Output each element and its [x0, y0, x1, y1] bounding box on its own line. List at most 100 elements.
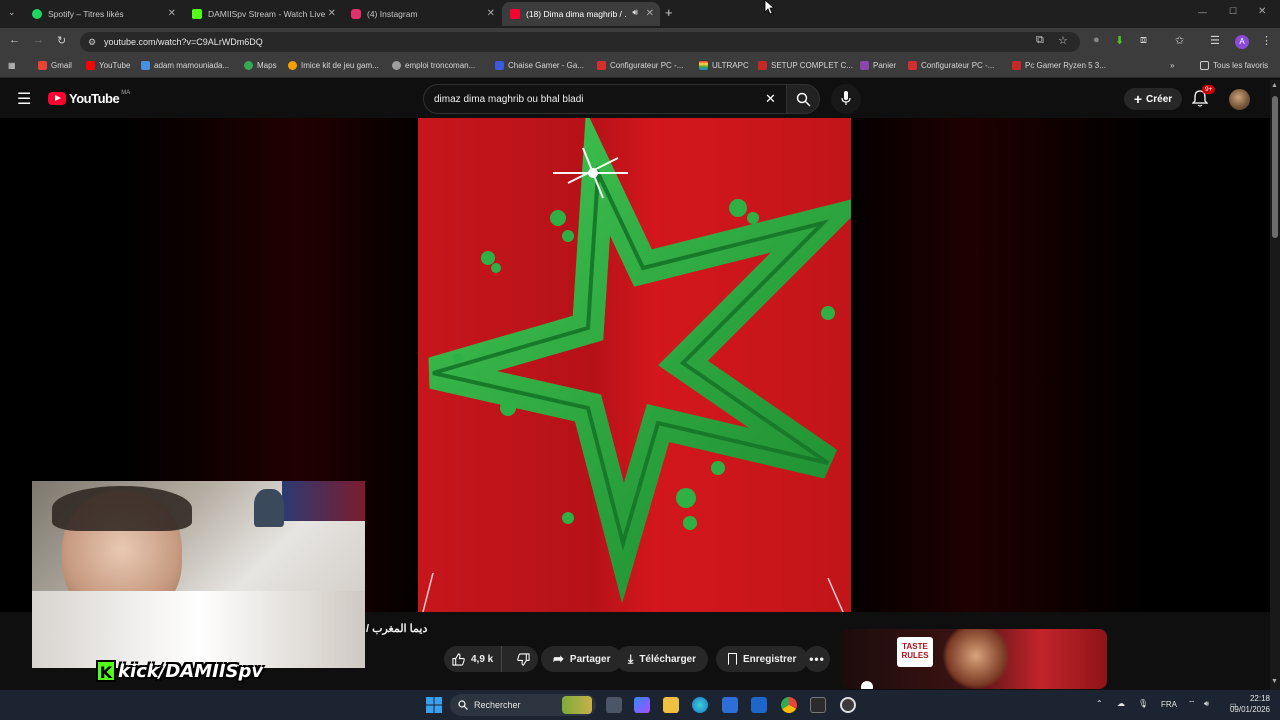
bookmark-item[interactable]: Gmail [38, 61, 72, 70]
account-avatar[interactable] [1229, 89, 1250, 110]
maximize-icon[interactable]: ☐ [1229, 6, 1237, 17]
download-button[interactable]: ⤓ Télécharger [616, 646, 709, 672]
scroll-down-arrow-icon[interactable]: ▼ [1271, 678, 1278, 685]
apps-grid-icon[interactable]: ▦ [8, 61, 16, 70]
edge-icon[interactable] [692, 697, 708, 713]
video-frame[interactable] [418, 118, 876, 612]
share-button[interactable]: ➦ Partager [541, 646, 623, 672]
steam-icon[interactable] [840, 697, 856, 713]
speaker-icon[interactable]: 🔊︎ [632, 7, 638, 18]
dislike-button[interactable] [508, 646, 538, 672]
favorites-icon[interactable]: ✩ [1175, 34, 1184, 47]
thumbs-down-icon [516, 652, 530, 666]
back-icon[interactable]: ← [9, 34, 20, 46]
bookmark-favicon-icon [597, 61, 606, 70]
url-text: youtube.com/watch?v=C9ALrWDm6DQ [104, 37, 263, 47]
reload-icon[interactable]: ↻ [57, 34, 66, 47]
like-dislike-group: 4,9 k [444, 646, 538, 672]
tab-kick[interactable]: DAMIISpv Stream - Watch Live ✕ [184, 2, 342, 26]
bookmark-item[interactable]: emploi troncoman... [392, 61, 475, 70]
windows-start-icon[interactable] [426, 697, 442, 713]
kebab-menu-icon[interactable]: ⋮ [1261, 34, 1272, 47]
ad-banner[interactable]: TASTE RULES [841, 629, 1107, 689]
bookmark-item[interactable]: Maps [244, 61, 277, 70]
scroll-up-arrow-icon[interactable]: ▲ [1271, 82, 1278, 89]
bookmark-star-icon[interactable]: ☆ [1058, 34, 1068, 47]
tab-youtube-active[interactable]: (18) Dima dima maghrib / ... 🔊︎ ✕ [502, 2, 660, 26]
chrome-icon[interactable] [781, 697, 797, 713]
search-input[interactable] [434, 91, 754, 107]
scrollbar-thumb[interactable] [1272, 96, 1278, 238]
window-close-icon[interactable]: ✕ [1258, 6, 1266, 17]
youtube-logo[interactable]: YouTube MA [48, 90, 130, 106]
headphones [52, 486, 192, 531]
spotify-icon [32, 9, 42, 19]
mail-icon[interactable] [751, 697, 767, 713]
language-indicator[interactable]: FRA [1161, 700, 1177, 709]
bookmark-item[interactable]: Chaise Gamer - Ga... [495, 61, 584, 70]
more-bookmarks-icon[interactable]: » [1170, 61, 1174, 70]
forward-icon[interactable]: → [33, 34, 44, 46]
download-extension-icon[interactable]: ⬇ [1115, 34, 1124, 47]
extension-dot-icon[interactable]: ● [1093, 34, 1100, 46]
volume-icon[interactable]: 🔊︎ [1204, 699, 1209, 709]
microphone-tray-icon[interactable]: 🎙︎ [1138, 699, 1148, 708]
all-favorites-folder[interactable]: Tous les favoris [1200, 61, 1268, 70]
bookmark-item[interactable]: ULTRAPC [699, 61, 749, 70]
extensions-puzzle-icon[interactable]: ⧈ [1140, 34, 1147, 47]
store-icon[interactable] [722, 697, 738, 713]
tray-overflow-icon[interactable]: ⌃ [1096, 699, 1103, 708]
bookmark-item[interactable]: Panier [860, 61, 896, 70]
app-icon[interactable] [810, 697, 826, 713]
clock-date[interactable]: 09/01/2026 [1226, 705, 1270, 714]
search-box[interactable]: ✕ [423, 84, 787, 114]
bookmark-item[interactable]: YouTube [86, 61, 130, 70]
search-icon [458, 700, 468, 710]
more-actions-button[interactable]: ••• [804, 646, 830, 672]
bookmark-item[interactable]: Imice kit de jeu gam... [288, 61, 379, 70]
bookmark-item[interactable]: Configurateur PC -... [908, 61, 994, 70]
bookmark-item[interactable]: Configurateur PC -... [597, 61, 683, 70]
wifi-icon[interactable]: ⌔ [1188, 699, 1196, 709]
like-button[interactable]: 4,9 k [444, 646, 503, 672]
notifications-button[interactable]: 9+ [1191, 85, 1216, 112]
bookmark-label: Configurateur PC -... [610, 61, 684, 70]
close-icon[interactable]: ✕ [646, 8, 654, 19]
close-icon[interactable]: ✕ [487, 8, 495, 19]
site-info-icon[interactable]: ⚙︎ [88, 32, 96, 52]
bookmark-label: SETUP COMPLET C... [771, 61, 853, 70]
copilot-icon[interactable] [634, 697, 650, 713]
onedrive-icon[interactable]: ☁ [1117, 699, 1125, 708]
create-label: Créer [1146, 93, 1173, 105]
search-button[interactable] [786, 84, 820, 114]
address-bar[interactable]: ⚙︎ youtube.com/watch?v=C9ALrWDm6DQ [80, 32, 1080, 52]
tab-spotify[interactable]: Spotify – Titres likés ✕ [24, 2, 182, 26]
close-icon[interactable]: ✕ [328, 8, 336, 19]
clock-time[interactable]: 22:18 [1245, 694, 1270, 703]
bookmark-favicon-icon [288, 61, 297, 70]
tab-search-chevron-icon[interactable]: ⌄ [8, 7, 16, 18]
install-app-icon[interactable]: ⧉ [1036, 34, 1044, 47]
minimize-icon[interactable]: — [1198, 7, 1207, 17]
bookmark-favicon-icon [495, 61, 504, 70]
taskbar-search[interactable]: Rechercher [450, 694, 596, 716]
bookmark-item[interactable]: Pc Gamer Ryzen 5 3... [1012, 61, 1106, 70]
streamer-webcam-overlay [32, 481, 365, 668]
bookmark-item[interactable]: adam mamouniada... [141, 61, 229, 70]
profile-avatar[interactable]: A [1235, 35, 1249, 49]
new-tab-icon[interactable]: + [665, 5, 673, 20]
bookmark-save-icon [728, 653, 737, 665]
clear-search-icon[interactable]: ✕ [765, 91, 776, 107]
tab-instagram[interactable]: (4) Instagram ✕ [343, 2, 501, 26]
bookmark-item[interactable]: SETUP COMPLET C... [758, 61, 853, 70]
save-button[interactable]: Enregistrer [716, 646, 809, 672]
tab-search-icon[interactable]: ☰ [1210, 34, 1220, 47]
tab-label: Spotify – Titres likés [48, 9, 124, 19]
task-view-icon[interactable] [606, 697, 622, 713]
page-scrollbar[interactable]: ▲ ▼ [1270, 80, 1280, 690]
file-explorer-icon[interactable] [663, 697, 679, 713]
close-icon[interactable]: ✕ [168, 8, 176, 19]
hamburger-menu-icon[interactable]: ☰ [17, 89, 31, 109]
create-button[interactable]: + Créer [1124, 88, 1182, 110]
voice-search-button[interactable] [831, 84, 861, 114]
